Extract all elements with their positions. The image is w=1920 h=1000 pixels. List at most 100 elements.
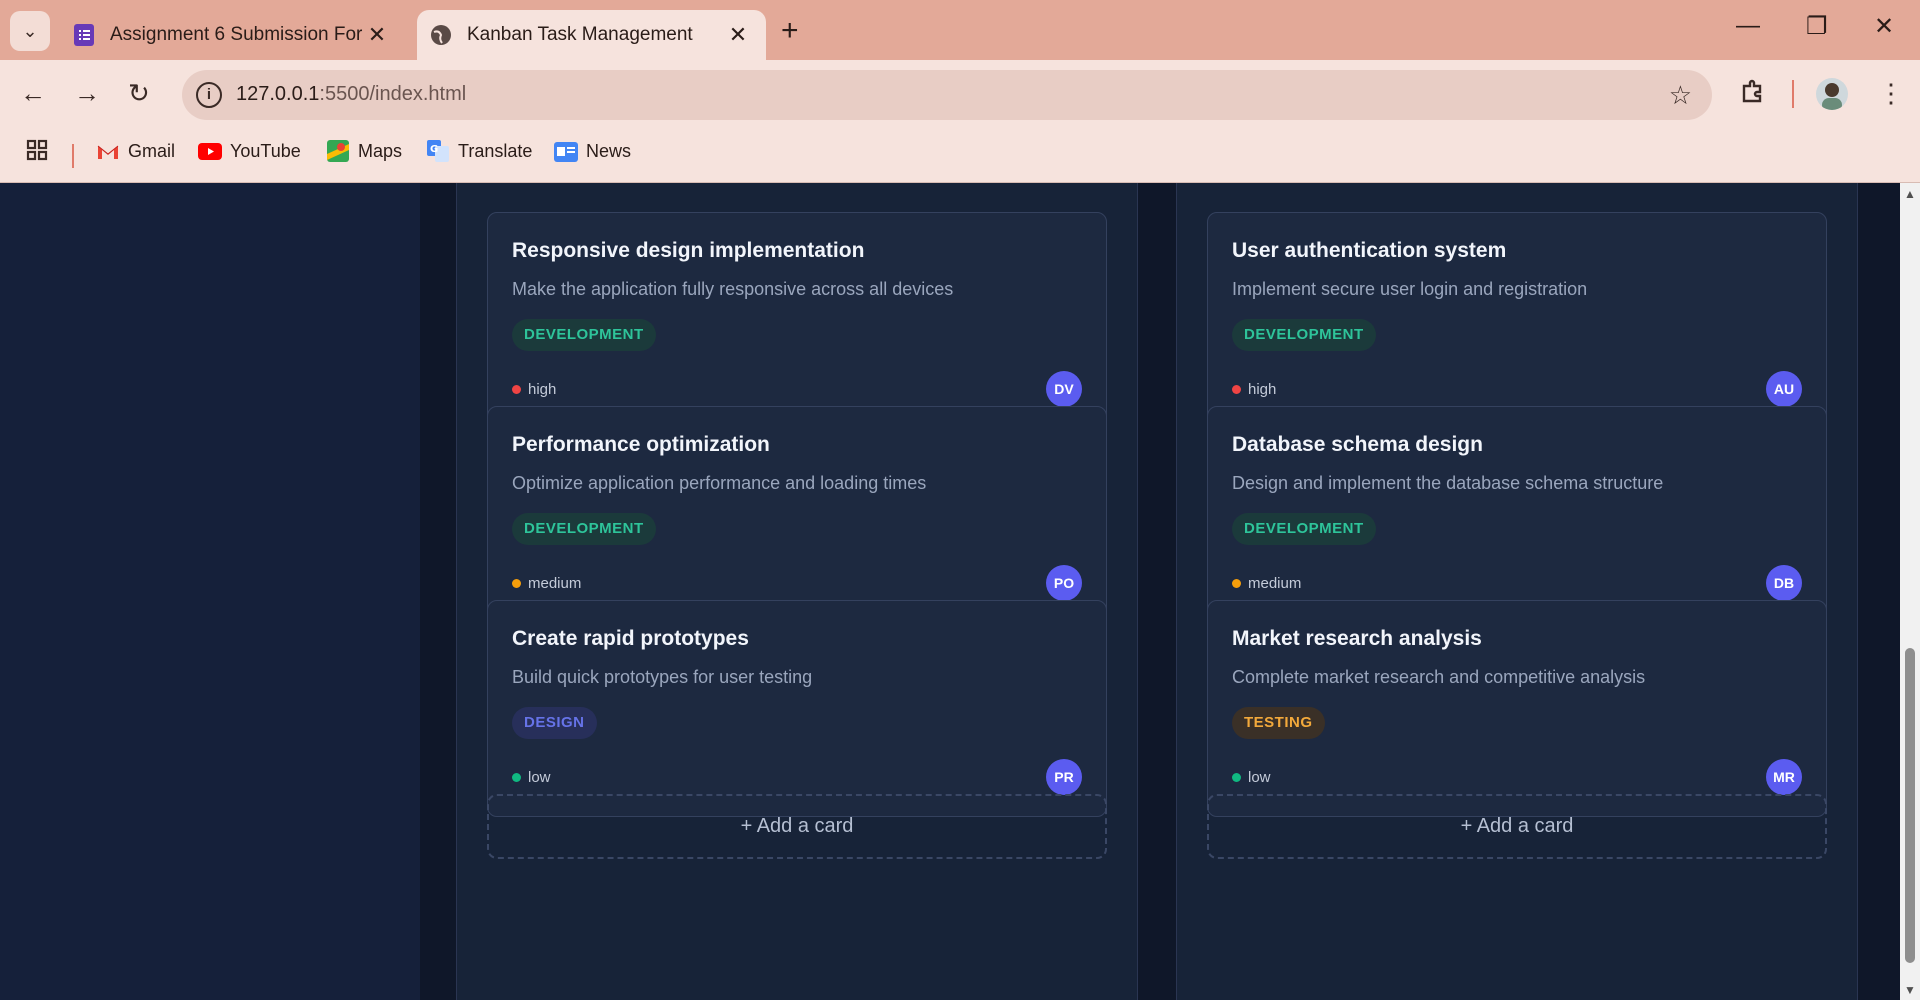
assignee-avatar[interactable]: AU	[1766, 371, 1802, 407]
priority-indicator: high	[1232, 381, 1276, 398]
add-card-button[interactable]: + Add a card	[487, 794, 1107, 859]
bookmarks-divider	[72, 144, 74, 168]
bookmark-youtube[interactable]: YouTube	[198, 139, 301, 163]
bookmark-label: News	[586, 140, 632, 161]
add-card-button[interactable]: + Add a card	[1207, 794, 1827, 859]
card-description: Design and implement the database schema…	[1232, 473, 1664, 493]
card-title: Database schema design	[1232, 433, 1483, 456]
new-tab-icon[interactable]: +	[781, 14, 799, 48]
assignee-avatar[interactable]: MR	[1766, 759, 1802, 795]
bookmark-maps[interactable]: Maps	[326, 139, 402, 163]
gmail-icon	[96, 139, 120, 163]
forward-arrow-icon[interactable]: →	[74, 78, 100, 109]
maps-icon	[326, 139, 350, 163]
more-menu-icon[interactable]: ⋮	[1878, 78, 1904, 109]
toolbar-divider	[1792, 80, 1794, 108]
task-card[interactable]: User authentication system Implement secu…	[1207, 212, 1827, 429]
card-description: Implement secure user login and registra…	[1232, 279, 1588, 299]
priority-dot-icon	[512, 579, 521, 588]
bookmark-label: Translate	[458, 140, 533, 161]
task-card[interactable]: Responsive design implementation Make the…	[487, 212, 1107, 429]
priority-dot-icon	[1232, 385, 1241, 394]
priority-label: low	[1248, 769, 1271, 786]
apps-grid-icon[interactable]	[26, 139, 48, 161]
extensions-icon[interactable]	[1740, 78, 1766, 111]
priority-dot-icon	[1232, 773, 1241, 782]
profile-avatar[interactable]	[1816, 78, 1848, 110]
task-card[interactable]: Database schema design Design and impleme…	[1207, 406, 1827, 623]
kanban-column: Responsive design implementation Make the…	[456, 183, 1138, 1000]
bookmark-news[interactable]: News	[554, 139, 631, 163]
bookmark-translate[interactable]: G Translate	[426, 139, 532, 163]
priority-indicator: high	[512, 381, 556, 398]
task-card[interactable]: Market research analysis Complete market …	[1207, 600, 1827, 817]
card-tag: DEVELOPMENT	[512, 513, 656, 545]
task-card[interactable]: Performance optimization Optimize applica…	[487, 406, 1107, 623]
tab-label: Assignment 6 Submission Form	[110, 24, 363, 45]
bookmark-gmail[interactable]: Gmail	[96, 139, 175, 163]
close-icon[interactable]: ✕	[724, 22, 752, 48]
priority-indicator: medium	[1232, 575, 1301, 592]
card-title: Responsive design implementation	[512, 239, 865, 262]
assignee-avatar[interactable]: DV	[1046, 371, 1082, 407]
tab-search-button[interactable]: ⌄	[10, 11, 50, 51]
svg-text:G: G	[430, 144, 438, 155]
sidebar	[0, 183, 421, 1000]
browser-toolbar: ← → ↻ i 127.0.0.1:5500/index.html ☆ ⋮	[0, 60, 1920, 130]
kanban-column: User authentication system Implement secu…	[1176, 183, 1858, 1000]
tab-assignment-form[interactable]: Assignment 6 Submission Form ✕	[60, 10, 405, 60]
assignee-avatar[interactable]: PR	[1046, 759, 1082, 795]
bookmarks-bar: Gmail YouTube Maps G Translate News	[0, 130, 1920, 183]
tab-kanban[interactable]: Kanban Task Management ✕	[417, 10, 766, 60]
card-title: Performance optimization	[512, 433, 770, 456]
translate-icon: G	[426, 139, 450, 163]
close-icon[interactable]: ✕	[363, 22, 391, 48]
scroll-down-icon[interactable]: ▼	[1904, 983, 1916, 997]
card-title: Market research analysis	[1232, 627, 1482, 650]
priority-dot-icon	[512, 773, 521, 782]
card-tag: DEVELOPMENT	[1232, 513, 1376, 545]
priority-label: low	[528, 769, 551, 786]
priority-label: high	[1248, 381, 1277, 398]
assignee-avatar[interactable]: PO	[1046, 565, 1082, 601]
card-description: Build quick prototypes for user testing	[512, 667, 813, 687]
bookmark-star-icon[interactable]: ☆	[1669, 80, 1692, 111]
priority-dot-icon	[512, 385, 521, 394]
bookmark-label: YouTube	[230, 140, 301, 161]
reload-icon[interactable]: ↻	[128, 78, 150, 109]
scrollbar-thumb[interactable]	[1905, 648, 1915, 963]
chevron-down-icon: ⌄	[22, 20, 38, 41]
assignee-avatar[interactable]: DB	[1766, 565, 1802, 601]
news-icon	[554, 139, 578, 163]
card-tag: DESIGN	[512, 707, 597, 739]
card-description: Optimize application performance and loa…	[512, 473, 927, 493]
card-title: Create rapid prototypes	[512, 627, 749, 650]
url-text: 127.0.0.1:5500/index.html	[236, 83, 467, 105]
window-close-icon[interactable]: ✕	[1874, 12, 1894, 41]
bookmark-label: Maps	[358, 140, 403, 161]
priority-indicator: low	[1232, 769, 1271, 786]
minimize-icon[interactable]: —	[1736, 12, 1760, 40]
globe-icon	[429, 23, 453, 47]
page-viewport: Responsive design implementation Make the…	[0, 183, 1920, 1000]
kanban-board: Responsive design implementation Make the…	[420, 183, 1900, 1000]
tab-label: Kanban Task Management	[467, 24, 693, 45]
card-description: Complete market research and competitive…	[1232, 667, 1646, 687]
task-card[interactable]: Create rapid prototypes Build quick proto…	[487, 600, 1107, 817]
back-arrow-icon[interactable]: ←	[20, 78, 46, 109]
priority-indicator: medium	[512, 575, 581, 592]
site-info-icon[interactable]: i	[196, 82, 222, 108]
priority-label: medium	[1248, 575, 1302, 592]
youtube-icon	[198, 139, 222, 163]
priority-label: medium	[528, 575, 582, 592]
google-forms-icon	[72, 23, 96, 47]
priority-indicator: low	[512, 769, 551, 786]
restore-icon[interactable]: ❐	[1806, 12, 1828, 41]
scroll-up-icon[interactable]: ▲	[1904, 187, 1916, 201]
priority-label: high	[528, 381, 557, 398]
priority-dot-icon	[1232, 579, 1241, 588]
page-scrollbar[interactable]: ▲ ▼	[1900, 183, 1920, 1000]
card-tag: DEVELOPMENT	[512, 319, 656, 351]
address-bar[interactable]: i 127.0.0.1:5500/index.html ☆	[182, 70, 1712, 120]
bookmark-label: Gmail	[128, 140, 176, 161]
